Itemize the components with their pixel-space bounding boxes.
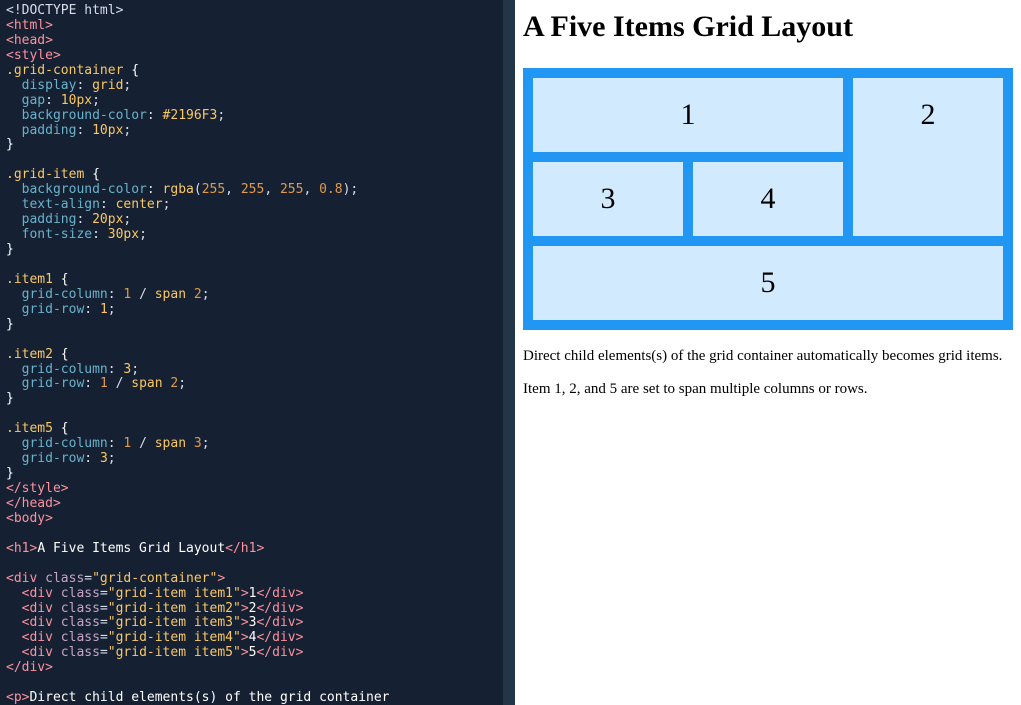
grid-container: 1 2 3 4 5 [523, 68, 1013, 330]
preview-paragraph-2: Item 1, 2, and 5 are set to span multipl… [523, 381, 1013, 398]
editor-scrollbar[interactable] [503, 0, 515, 705]
code-content[interactable]: <!DOCTYPE html> <html> <head> <style> .g… [6, 4, 497, 705]
grid-item-1: 1 [533, 78, 843, 152]
preview-pane: A Five Items Grid Layout 1 2 3 4 5 Direc… [515, 0, 1021, 705]
grid-item-3: 3 [533, 162, 683, 236]
grid-item-5: 5 [533, 246, 1003, 320]
code-editor-pane[interactable]: <!DOCTYPE html> <html> <head> <style> .g… [0, 0, 503, 705]
grid-item-4: 4 [693, 162, 843, 236]
preview-paragraph-1: Direct child elements(s) of the grid con… [523, 348, 1013, 365]
grid-item-2: 2 [853, 78, 1003, 236]
preview-heading: A Five Items Grid Layout [523, 10, 1013, 44]
